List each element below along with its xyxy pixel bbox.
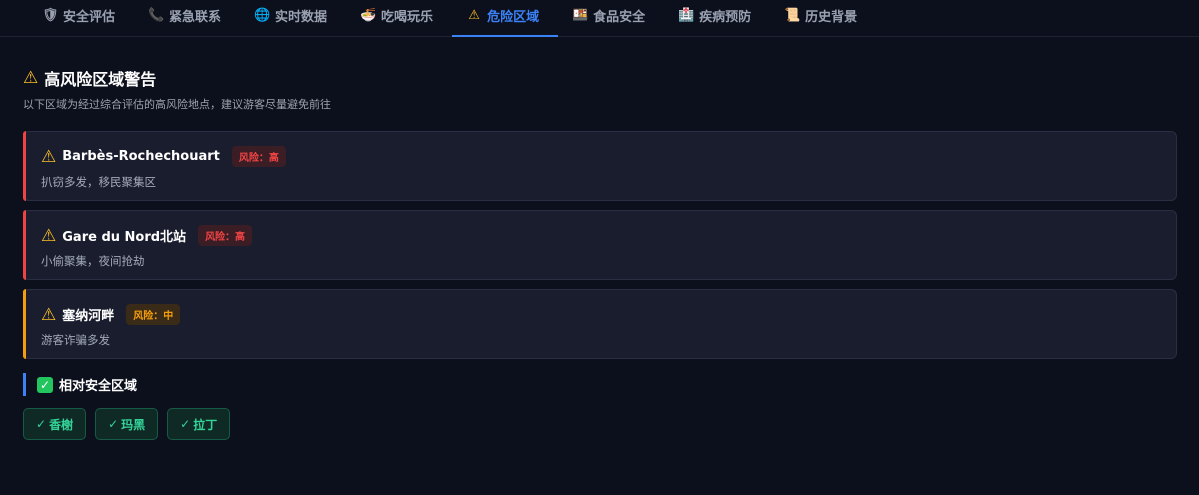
zone-list: ⚠ Barbès-Rochechouart 风险：高 扒窃多发，移民聚集区 ⚠ … [23, 131, 1177, 359]
tab-emergency-contact[interactable]: 📞 紧急联系 [134, 0, 240, 36]
safe-zone-label: 香榭 [49, 417, 74, 432]
warning-icon: ⚠ [23, 68, 39, 88]
safe-zones-title: 相对安全区域 [59, 379, 138, 394]
zone-description: 游客诈骗多发 [41, 333, 110, 347]
phone-icon: 📞 [148, 7, 165, 23]
globe-icon: 🌐 [254, 7, 271, 23]
tab-label: 安全评估 [63, 9, 116, 25]
tab-label: 吃喝玩乐 [381, 9, 434, 25]
tab-label: 历史背景 [805, 9, 858, 25]
zone-card[interactable]: ⚠ Gare du Nord北站 风险：高 小偷聚集，夜间抢劫 [23, 210, 1177, 280]
noodle-bowl-icon: 🍜 [360, 7, 377, 23]
checkmark-icon: ✓ [180, 417, 191, 431]
tab-food-safety[interactable]: 🍱 食品安全 [558, 0, 664, 36]
warning-icon: ⚠ [41, 304, 57, 325]
warning-subtitle: 以下区域为经过综合评估的高风险地点，建议游客尽量避免前往 [23, 98, 331, 111]
warning-icon: ⚠ [41, 225, 57, 246]
risk-badge: 风险：高 [231, 146, 286, 167]
zone-name: Gare du Nord北站 [62, 230, 187, 245]
hospital-icon: 🏥 [678, 7, 695, 23]
zone-description: 扒窃多发，移民聚集区 [41, 175, 156, 189]
warning-heading: ⚠ 高风险区域警告 [23, 66, 1177, 90]
tab-label: 实时数据 [275, 9, 328, 25]
zone-description: 小偷聚集，夜间抢劫 [41, 254, 145, 268]
tab-label: 紧急联系 [169, 9, 222, 25]
tab-label: 食品安全 [593, 9, 646, 25]
safe-zone-chip[interactable]: ✓ 香榭 [23, 408, 87, 440]
safe-zone-list: ✓ 香榭 ✓ 玛黑 ✓ 拉丁 [23, 408, 1177, 440]
warning-icon: ⚠ [41, 146, 57, 167]
tab-danger-zones[interactable]: ⚠ 危险区域 [452, 0, 559, 37]
safe-zones-heading: ✓ 相对安全区域 [23, 373, 1177, 396]
risk-badge: 风险：中 [126, 304, 181, 325]
zone-card[interactable]: ⚠ Barbès-Rochechouart 风险：高 扒窃多发，移民聚集区 [23, 131, 1177, 201]
safe-zone-chip[interactable]: ✓ 玛黑 [95, 408, 159, 440]
tab-safety-assessment[interactable]: 🛡 安全评估 [28, 0, 134, 36]
shield-icon: 🛡 [42, 7, 59, 23]
bento-icon: 🍱 [572, 7, 589, 23]
tab-label: 危险区域 [487, 9, 540, 25]
safe-zone-label: 拉丁 [193, 417, 218, 432]
tab-disease-prevention[interactable]: 🏥 疾病预防 [664, 0, 770, 36]
tab-bar: 🛡 安全评估 📞 紧急联系 🌐 实时数据 🍜 吃喝玩乐 ⚠ 危险区域 🍱 食品安… [0, 0, 1199, 37]
risk-badge: 风险：高 [198, 225, 253, 246]
tab-label: 疾病预防 [699, 9, 752, 25]
tab-food-fun[interactable]: 🍜 吃喝玩乐 [346, 0, 452, 36]
safe-zone-chip[interactable]: ✓ 拉丁 [167, 408, 231, 440]
warning-title: 高风险区域警告 [44, 70, 157, 89]
zone-name: Barbès-Rochechouart [62, 149, 220, 164]
zone-name: 塞纳河畔 [62, 309, 115, 324]
scroll-icon: 📜 [784, 7, 801, 23]
tab-realtime-data[interactable]: 🌐 实时数据 [240, 0, 346, 36]
safe-zone-label: 玛黑 [121, 417, 146, 432]
checkmark-icon: ✓ [36, 417, 47, 431]
zone-card[interactable]: ⚠ 塞纳河畔 风险：中 游客诈骗多发 [23, 289, 1177, 359]
check-box-icon: ✓ [37, 376, 53, 393]
tab-history[interactable]: 📜 历史背景 [770, 0, 876, 36]
checkmark-icon: ✓ [108, 417, 119, 431]
danger-zones-panel: ⚠ 高风险区域警告 以下区域为经过综合评估的高风险地点，建议游客尽量避免前往 ⚠… [23, 66, 1177, 440]
warning-icon: ⚠ [468, 7, 480, 23]
